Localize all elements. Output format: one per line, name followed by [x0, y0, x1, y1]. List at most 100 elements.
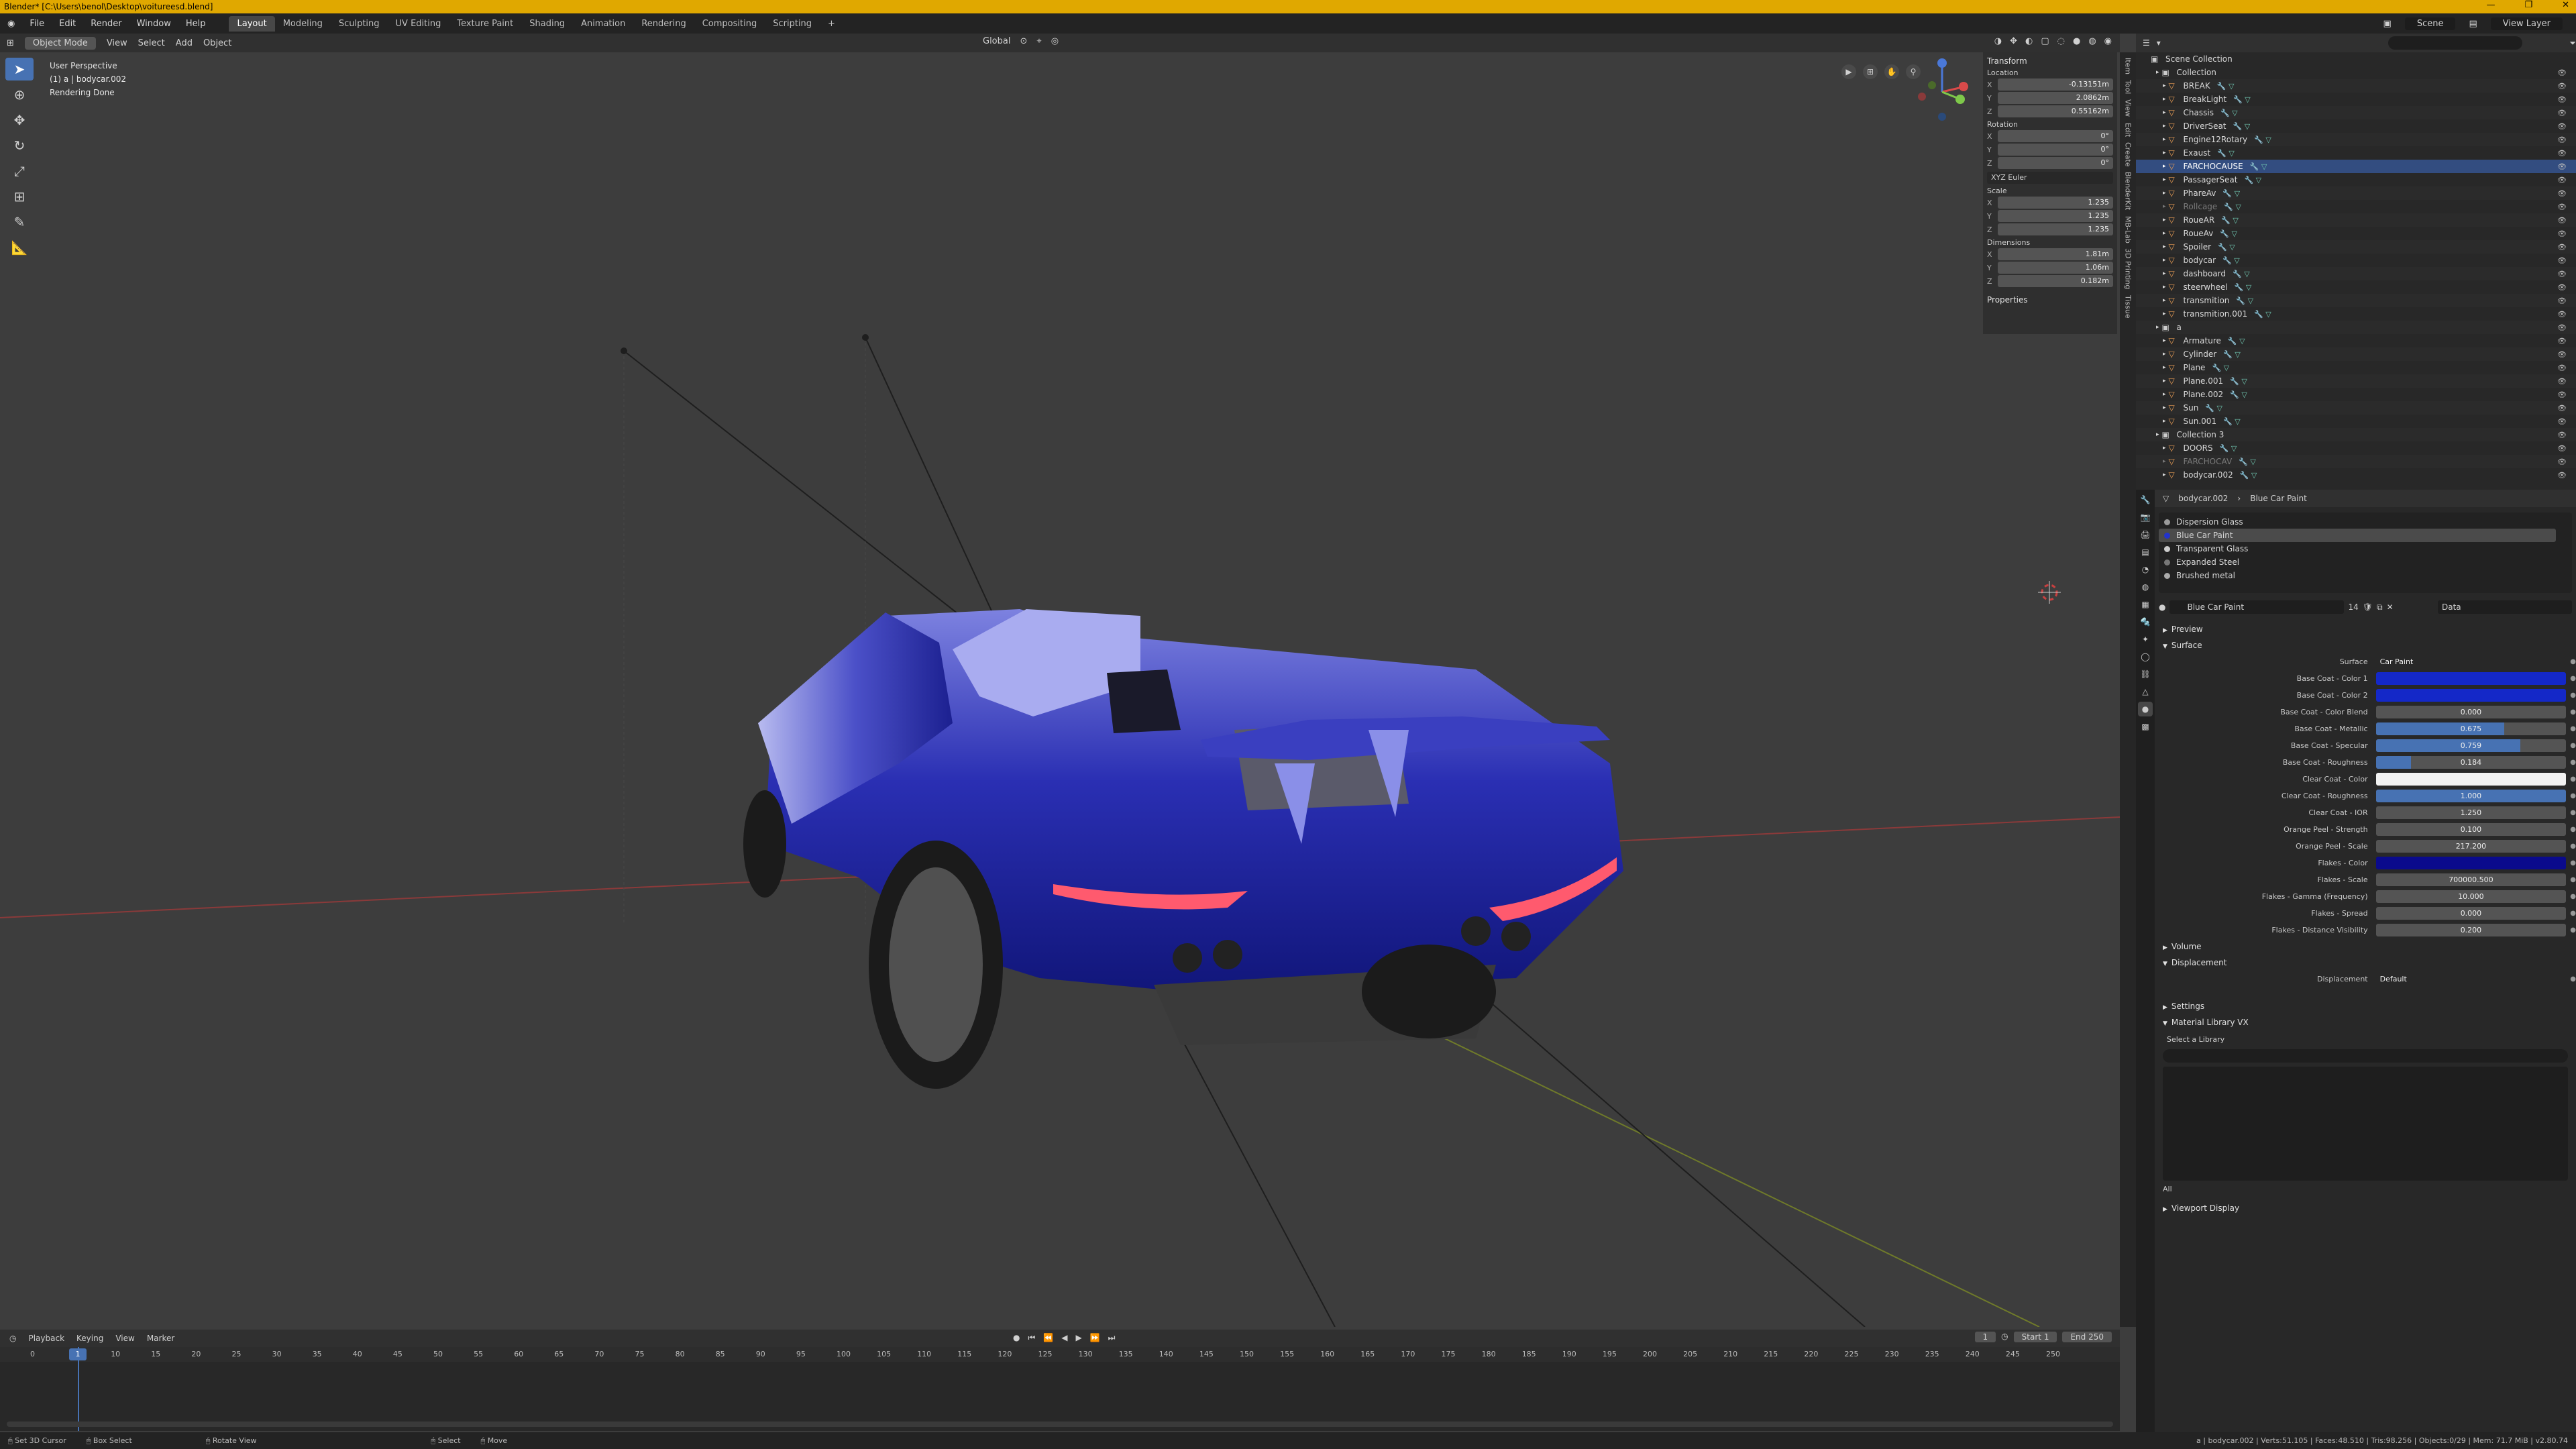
annotate-icon[interactable]: ✎ [5, 211, 34, 233]
tab-rendering[interactable]: Rendering [633, 16, 694, 32]
outliner-object-row[interactable]: ▸ ▽ steerwheel 🔧 ▽ 👁 [2136, 280, 2576, 294]
rotation-mode-dropdown[interactable]: XYZ Euler [1987, 172, 2113, 184]
sidetab-view[interactable]: View [2124, 99, 2133, 117]
navigation-gizmo[interactable] [1905, 55, 1979, 129]
sidetab-3d-printing[interactable]: 3D Printing [2124, 248, 2133, 289]
visibility-eye-icon[interactable]: 👁 [2557, 337, 2567, 345]
link-socket-icon[interactable]: ● [2570, 826, 2576, 833]
pan-icon[interactable]: ✋ [1884, 64, 1899, 79]
menu-window[interactable]: Window [129, 19, 178, 29]
texture-props-icon[interactable]: ▩ [2138, 719, 2153, 734]
tab-shading[interactable]: Shading [521, 16, 573, 32]
outliner-object-row[interactable]: ▸ ▽ bodycar 🔧 ▽ 👁 [2136, 254, 2576, 267]
outliner-collection-row[interactable]: ▸ ▣ a 👁 [2136, 321, 2576, 334]
prev-key-icon[interactable]: ⏪ [1043, 1333, 1053, 1343]
material-name-field[interactable]: Blue Car Paint [2169, 600, 2345, 614]
camera-view-icon[interactable]: ▶ [1841, 64, 1856, 79]
outliner-object-row[interactable]: ▸ ▽ FARCHOCAUSE 🔧 ▽ 👁 [2136, 160, 2576, 173]
end-frame-field[interactable]: 250 [2088, 1332, 2104, 1342]
expand-arrow-icon[interactable]: ▸ [2156, 69, 2159, 76]
sidetab-create[interactable]: Create [2124, 142, 2133, 167]
numeric-slider[interactable]: 0.184 [2375, 756, 2567, 769]
output-props-icon[interactable]: 🖨 [2138, 527, 2153, 542]
preview-panel-header[interactable]: ▶ Preview [2155, 621, 2576, 637]
modifier-data-icon[interactable]: 🔧 ▽ [2223, 417, 2241, 426]
transform-panel-title[interactable]: Transform [1987, 56, 2113, 66]
constraints-props-icon[interactable]: ⛓ [2138, 667, 2153, 682]
visibility-eye-icon[interactable]: 👁 [2557, 82, 2567, 91]
display-mode-icon[interactable]: ▾ [2157, 38, 2161, 48]
play-icon[interactable]: ▶ [1075, 1333, 1081, 1343]
dimensions-y-field[interactable]: 1.06m [1998, 262, 2113, 274]
measure-icon[interactable]: 📐 [5, 236, 34, 259]
expand-arrow-icon[interactable]: ▸ [2156, 431, 2159, 438]
expand-arrow-icon[interactable]: ▸ [2163, 405, 2166, 411]
unlink-material-icon[interactable]: ✕ [2387, 602, 2394, 612]
modifier-data-icon[interactable]: 🔧 ▽ [2224, 203, 2241, 211]
displacement-dropdown[interactable]: Default [2375, 973, 2567, 985]
outliner-object-row[interactable]: ▸ ▽ BREAK 🔧 ▽ 👁 [2136, 79, 2576, 93]
numeric-slider[interactable]: 0.100 [2375, 823, 2567, 836]
proportional-edit-icon[interactable]: ◎ [1051, 36, 1059, 46]
outliner-object-row[interactable]: ▸ ▽ dashboard 🔧 ▽ 👁 [2136, 267, 2576, 280]
current-frame-field[interactable]: 1 [1974, 1332, 1996, 1342]
dimensions-x-field[interactable]: 1.81m [1998, 248, 2113, 260]
pivot-icon[interactable]: ⊙ [1020, 36, 1027, 46]
outliner-object-row[interactable]: ▸ ▽ Rollcage 🔧 ▽ 👁 [2136, 200, 2576, 213]
timeline-menu-marker[interactable]: Marker [147, 1334, 174, 1343]
modifier-data-icon[interactable]: 🔧 ▽ [2217, 149, 2235, 158]
modifier-data-icon[interactable]: 🔧 ▽ [2218, 243, 2235, 252]
editor-type-icon[interactable]: ⊞ [7, 38, 14, 48]
record-icon[interactable]: ● [1013, 1333, 1020, 1343]
rotation-y-field[interactable]: 0° [1998, 144, 2113, 156]
visibility-eye-icon[interactable]: 👁 [2557, 431, 2567, 439]
object-props-icon[interactable]: ▦ [2138, 597, 2153, 612]
3d-viewport[interactable]: ➤ ⊕ ✥ ↻ ⤢ ⊞ ✎ 📐 User Perspective (1) a |… [0, 52, 2120, 1327]
start-frame-field[interactable]: 1 [2044, 1332, 2049, 1342]
numeric-slider[interactable]: 217.200 [2375, 840, 2567, 853]
modifier-data-icon[interactable]: 🔧 ▽ [2236, 297, 2253, 305]
numeric-slider[interactable]: 0.675 [2375, 722, 2567, 735]
outliner-collection-row[interactable]: ▸ ▣ Collection 👁 [2136, 66, 2576, 79]
visibility-eye-icon[interactable]: 👁 [2557, 417, 2567, 426]
outliner-object-row[interactable]: ▸ ▽ RoueAv 🔧 ▽ 👁 [2136, 227, 2576, 240]
visibility-eye-icon[interactable]: 👁 [2557, 364, 2567, 372]
material-slot[interactable]: Dispersion Glass [2159, 515, 2572, 529]
render-props-icon[interactable]: 📷 [2138, 510, 2153, 525]
outliner-object-row[interactable]: ▸ ▽ Armature 🔧 ▽ 👁 [2136, 334, 2576, 347]
play-reverse-icon[interactable]: ◀ [1061, 1333, 1067, 1343]
visibility-eye-icon[interactable]: 👁 [2557, 149, 2567, 158]
tab-modeling[interactable]: Modeling [275, 16, 331, 32]
expand-arrow-icon[interactable]: ▸ [2163, 190, 2166, 197]
outliner-object-row[interactable]: ▸ ▽ FARCHOCAV 🔧 ▽ 👁 [2136, 455, 2576, 468]
outliner-object-row[interactable]: ▸ ▽ DriverSeat 🔧 ▽ 👁 [2136, 119, 2576, 133]
modifier-data-icon[interactable]: 🔧 ▽ [2217, 82, 2235, 91]
modifier-data-icon[interactable]: 🔧 ▽ [2250, 162, 2267, 171]
cursor-icon[interactable]: ⊕ [5, 83, 34, 106]
link-socket-icon[interactable]: ● [2570, 675, 2576, 682]
visibility-eye-icon[interactable]: 👁 [2557, 404, 2567, 413]
visibility-eye-icon[interactable]: 👁 [2557, 323, 2567, 332]
color-swatch[interactable] [2375, 773, 2567, 786]
particles-props-icon[interactable]: ✦ [2138, 632, 2153, 647]
visibility-eye-icon[interactable]: 👁 [2557, 310, 2567, 319]
library-search-input[interactable] [2163, 1049, 2568, 1063]
shading-material-icon[interactable]: ◍ [2088, 36, 2096, 46]
link-socket-icon[interactable]: ● [2570, 809, 2576, 816]
sidetab-item[interactable]: Item [2124, 58, 2133, 74]
fake-user-icon[interactable]: 🛡 [2363, 602, 2373, 612]
jump-end-icon[interactable]: ⏭ [1108, 1333, 1116, 1343]
expand-arrow-icon[interactable]: ▸ [2163, 217, 2166, 223]
visibility-eye-icon[interactable]: 👁 [2557, 350, 2567, 359]
menu-help[interactable]: Help [178, 19, 213, 29]
duplicate-material-icon[interactable]: ⧉ [2377, 602, 2383, 612]
timeline-menu-keying[interactable]: Keying [76, 1334, 103, 1343]
expand-arrow-icon[interactable]: ▸ [2163, 136, 2166, 143]
library-category-filter[interactable]: All [2163, 1185, 2568, 1193]
visibility-eye-icon[interactable]: 👁 [2557, 229, 2567, 238]
link-socket-icon[interactable]: ● [2570, 708, 2576, 716]
visibility-eye-icon[interactable]: 👁 [2557, 270, 2567, 278]
sun-lamp[interactable] [621, 347, 627, 354]
outliner-object-row[interactable]: ▸ ▽ PhareAv 🔧 ▽ 👁 [2136, 186, 2576, 200]
modifier-props-icon[interactable]: 🔩 [2138, 614, 2153, 629]
